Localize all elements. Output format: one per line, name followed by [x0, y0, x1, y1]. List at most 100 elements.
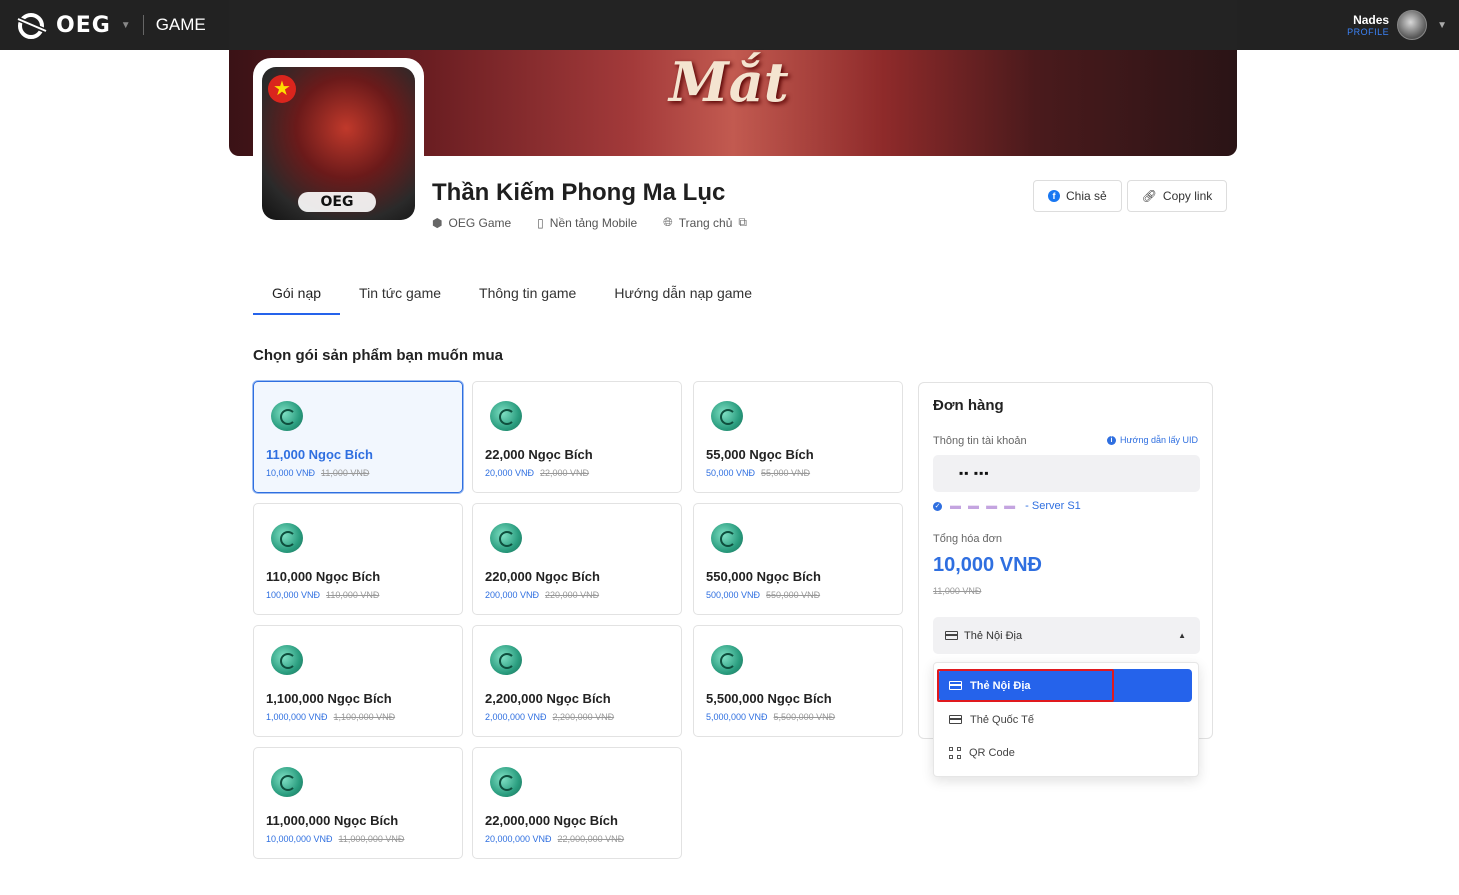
game-icon: ★ OEG: [253, 58, 424, 229]
product-old-price: 5,500,000 VNĐ: [773, 712, 836, 722]
product-price: 10,000 VNĐ: [266, 468, 316, 478]
share-button[interactable]: f Chia sẻ: [1033, 180, 1122, 212]
product-price: 200,000 VNĐ: [485, 590, 540, 600]
product-name: 22,000 Ngọc Bích: [485, 447, 593, 462]
product-price: 10,000,000 VNĐ: [266, 834, 333, 844]
product-card[interactable]: 5,500,000 Ngọc Bích 5,000,000 VNĐ 5,500,0…: [693, 625, 903, 737]
chevron-down-icon[interactable]: ▼: [1437, 20, 1447, 31]
product-card[interactable]: 550,000 Ngọc Bích 500,000 VNĐ 550,000 VNĐ: [693, 503, 903, 615]
vietnam-flag-icon: ★: [268, 75, 296, 103]
product-name: 1,100,000 Ngọc Bích: [266, 691, 392, 706]
jade-gem-icon: [271, 523, 303, 553]
site-logo[interactable]: OEG ▼ GAME: [12, 10, 206, 40]
order-title: Đơn hàng: [933, 397, 1004, 414]
product-name: 5,500,000 Ngọc Bích: [706, 691, 832, 706]
payment-option-label: Thẻ Quốc Tế: [970, 713, 1034, 726]
product-card[interactable]: 11,000 Ngọc Bích 10,000 VNĐ 11,000 VNĐ: [253, 381, 463, 493]
product-card[interactable]: 110,000 Ngọc Bích 100,000 VNĐ 110,000 VNĐ: [253, 503, 463, 615]
product-card[interactable]: 2,200,000 Ngọc Bích 2,000,000 VNĐ 2,200,0…: [472, 625, 682, 737]
product-price: 50,000 VNĐ: [706, 468, 756, 478]
payment-option-qr-code[interactable]: QR Code: [939, 736, 1192, 769]
product-price: 20,000,000 VNĐ: [485, 834, 552, 844]
product-price: 100,000 VNĐ: [266, 590, 321, 600]
publisher-label: OEG Game: [448, 215, 512, 230]
payment-option-international-card[interactable]: Thẻ Quốc Tế: [939, 703, 1192, 736]
profile-menu[interactable]: Nades PROFILE ▼: [1347, 0, 1447, 50]
product-price: 500,000 VNĐ: [706, 590, 761, 600]
tab-news[interactable]: Tin tức game: [340, 276, 460, 315]
product-name: 220,000 Ngọc Bích: [485, 569, 600, 584]
product-name: 55,000 Ngọc Bích: [706, 447, 814, 462]
product-old-price: 22,000 VNĐ: [540, 468, 590, 478]
product-card[interactable]: 55,000 Ngọc Bích 50,000 VNĐ 55,000 VNĐ: [693, 381, 903, 493]
jade-gem-icon: [711, 523, 743, 553]
uid-help-label: Hướng dẫn lấy UID: [1120, 435, 1198, 445]
copy-link-button[interactable]: 🔗︎ Copy link: [1126, 180, 1228, 212]
product-name: 2,200,000 Ngọc Bích: [485, 691, 611, 706]
game-meta: ⬢ OEG Game ▯ Nền tảng Mobile 🌐︎ Trang ch…: [432, 215, 747, 230]
homepage-label[interactable]: Trang chủ: [679, 216, 733, 230]
chevron-up-icon: ▲: [1178, 631, 1186, 640]
total-value: 10,000 VNĐ: [933, 554, 1042, 576]
masked-account-name: ▬ ▬ ▬ ▬: [950, 500, 1018, 512]
profile-link[interactable]: PROFILE: [1347, 27, 1389, 37]
uid-input[interactable]: ▪▪ ▪▪▪: [933, 455, 1200, 492]
avatar[interactable]: [1397, 10, 1428, 40]
tab-topup-guide[interactable]: Hướng dẫn nạp game: [595, 276, 771, 315]
uid-help-link[interactable]: i Hướng dẫn lấy UID: [1107, 435, 1198, 445]
total-label: Tổng hóa đơn: [933, 533, 1002, 545]
jade-gem-icon: [490, 523, 522, 553]
account-server: ✓ ▬ ▬ ▬ ▬ - Server S1: [933, 500, 1081, 512]
product-card[interactable]: 11,000,000 Ngọc Bích 10,000,000 VNĐ 11,00…: [253, 747, 463, 859]
product-card[interactable]: 22,000,000 Ngọc Bích 20,000,000 VNĐ 22,00…: [472, 747, 682, 859]
product-old-price: 2,200,000 VNĐ: [552, 712, 615, 722]
product-name: 11,000,000 Ngọc Bích: [266, 813, 399, 828]
homepage-link[interactable]: 🌐︎ Trang chủ ⧉: [663, 215, 747, 230]
jade-gem-icon: [490, 767, 522, 797]
globe-icon: 🌐︎: [663, 215, 673, 229]
link-icon: 🔗︎: [1141, 189, 1157, 203]
payment-method-select[interactable]: Thẻ Nội Địa ▲: [933, 617, 1200, 654]
oeg-logo-icon: [12, 10, 52, 40]
product-price: 5,000,000 VNĐ: [706, 712, 768, 722]
account-info-label: Thông tin tài khoản: [933, 435, 1027, 447]
credit-card-icon: [949, 715, 962, 724]
jade-gem-icon: [490, 645, 522, 675]
product-old-price: 550,000 VNĐ: [766, 590, 821, 600]
tab-bar: Gói nạp Tin tức game Thông tin game Hướn…: [253, 276, 771, 315]
platform-label: Nền tảng Mobile: [549, 215, 638, 230]
product-price: 1,000,000 VNĐ: [266, 712, 328, 722]
jade-gem-icon: [271, 767, 303, 797]
section-title: Chọn gói sản phẩm bạn muốn mua: [253, 347, 504, 364]
qr-code-icon: [949, 746, 961, 759]
product-price: 20,000 VNĐ: [485, 468, 535, 478]
product-old-price: 11,000 VNĐ: [321, 468, 370, 478]
game-icon-brand: OEG: [298, 192, 376, 212]
product-card[interactable]: 220,000 Ngọc Bích 200,000 VNĐ 220,000 VNĐ: [472, 503, 682, 615]
credit-card-icon: [945, 631, 958, 640]
facebook-icon: f: [1048, 190, 1060, 202]
server-label: - Server S1: [1025, 500, 1081, 512]
tab-game-info[interactable]: Thông tin game: [460, 276, 595, 315]
logo-text: OEG: [56, 12, 111, 38]
section-label[interactable]: GAME: [156, 15, 206, 35]
jade-gem-icon: [711, 401, 743, 431]
payment-option-label: QR Code: [969, 746, 1015, 759]
jade-gem-icon: [271, 401, 303, 431]
product-old-price: 55,000 VNĐ: [761, 468, 811, 478]
banner-art-text: Mắt: [669, 50, 789, 114]
payment-selected-label: Thẻ Nội Địa: [964, 629, 1023, 642]
platform: ▯ Nền tảng Mobile: [537, 215, 637, 230]
jade-gem-icon: [711, 645, 743, 675]
product-card[interactable]: 22,000 Ngọc Bích 20,000 VNĐ 22,000 VNĐ: [472, 381, 682, 493]
product-name: 550,000 Ngọc Bích: [706, 569, 821, 584]
jade-gem-icon: [490, 401, 522, 431]
mobile-icon: ▯: [537, 215, 544, 230]
product-old-price: 11,000,000 VNĐ: [338, 834, 405, 844]
product-old-price: 110,000 VNĐ: [326, 590, 380, 600]
check-circle-icon: ✓: [933, 501, 942, 511]
chevron-down-icon[interactable]: ▼: [121, 20, 131, 31]
cube-icon: ⬢: [432, 215, 443, 230]
tab-packages[interactable]: Gói nạp: [253, 276, 341, 315]
product-card[interactable]: 1,100,000 Ngọc Bích 1,000,000 VNĐ 1,100,0…: [253, 625, 463, 737]
